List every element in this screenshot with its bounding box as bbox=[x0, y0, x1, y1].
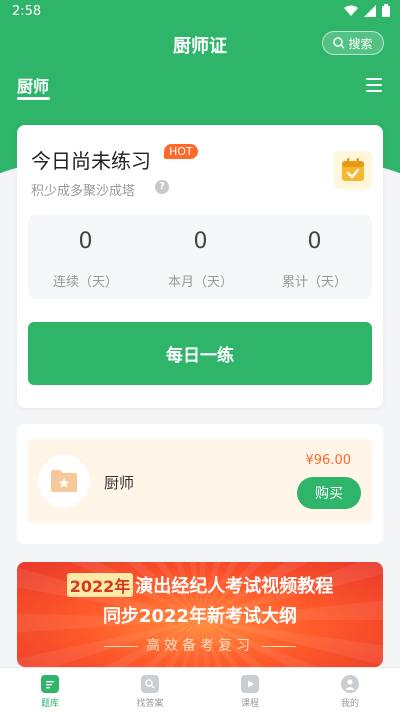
hot-badge: HOT bbox=[164, 144, 198, 159]
battery-icon bbox=[382, 4, 390, 17]
wifi-icon bbox=[344, 5, 358, 16]
banner-subheadline: 同步2022年新考试大纲 bbox=[102, 606, 298, 627]
status-icons bbox=[344, 4, 390, 17]
stat-value: 0 bbox=[193, 229, 208, 254]
tab-label: 题库 bbox=[40, 699, 59, 709]
search-label: 搜索 bbox=[348, 36, 373, 51]
question-bank-icon bbox=[41, 675, 59, 693]
practice-stats: 0 连续（天） 0 本月（天） 0 累计（天） bbox=[28, 215, 372, 299]
tab-label: 找答案 bbox=[136, 699, 164, 709]
stat-total: 0 累计（天） bbox=[257, 215, 372, 299]
daily-practice-button[interactable]: 每日一练 bbox=[28, 322, 372, 385]
tab-label: 我的 bbox=[340, 699, 359, 709]
buy-button[interactable]: 购买 bbox=[297, 477, 361, 509]
banner-divider bbox=[262, 645, 296, 647]
tab-label: 课程 bbox=[240, 699, 259, 709]
banner-tagline-text: 高效备考复习 bbox=[146, 638, 254, 654]
banner-headline: 2022年 演出经纪人考试视频教程 bbox=[17, 572, 383, 598]
find-answer-icon bbox=[141, 675, 159, 693]
course-price: ¥96.00 bbox=[305, 453, 352, 468]
status-time: 2:58 bbox=[12, 4, 42, 19]
banner-tagline: 高效备考复习 bbox=[17, 635, 383, 655]
status-bar: 2:58 bbox=[0, 0, 400, 24]
stat-value: 0 bbox=[307, 229, 322, 254]
help-icon[interactable]: ? bbox=[155, 180, 169, 194]
course-card: 厨师 ¥96.00 购买 bbox=[17, 424, 383, 544]
course-folder-icon bbox=[38, 455, 90, 507]
tab-find-answer[interactable]: 找答案 bbox=[100, 668, 200, 712]
search-icon bbox=[333, 37, 345, 49]
banner-line1-text: 演出经纪人考试视频教程 bbox=[135, 576, 334, 597]
banner-divider bbox=[104, 645, 138, 647]
practice-status-title: 今日尚未练习 bbox=[31, 149, 151, 173]
stat-label: 本月（天） bbox=[167, 275, 233, 290]
profile-icon bbox=[341, 675, 359, 693]
practice-card: 今日尚未练习 HOT 积少成多聚沙成塔 ? 0 连续（天） 0 本月（天） 0 … bbox=[17, 125, 383, 408]
banner-year-badge: 2022年 bbox=[66, 573, 134, 597]
calendar-button[interactable] bbox=[334, 151, 372, 189]
bottom-tab-bar: 题库 找答案 课程 我的 bbox=[0, 667, 400, 712]
course-name: 厨师 bbox=[104, 474, 135, 492]
tab-question-bank[interactable]: 题库 bbox=[0, 668, 100, 712]
course-play-icon bbox=[241, 675, 259, 693]
stat-value: 0 bbox=[78, 229, 93, 254]
course-item[interactable]: 厨师 ¥96.00 购买 bbox=[28, 439, 372, 523]
stat-label: 连续（天） bbox=[52, 275, 118, 290]
tab-course[interactable]: 课程 bbox=[200, 668, 300, 712]
tab-profile[interactable]: 我的 bbox=[300, 668, 400, 712]
menu-icon[interactable] bbox=[366, 78, 382, 92]
calendar-icon bbox=[342, 158, 364, 181]
promo-banner[interactable]: 2022年 演出经纪人考试视频教程 同步2022年新考试大纲 高效备考复习 bbox=[17, 562, 383, 667]
signal-icon bbox=[364, 4, 376, 17]
stat-this-month: 0 本月（天） bbox=[143, 215, 258, 299]
search-button[interactable]: 搜索 bbox=[322, 31, 384, 55]
tab-subject-chef[interactable]: 厨师 bbox=[17, 73, 49, 97]
stat-label: 累计（天） bbox=[281, 275, 347, 290]
practice-subtitle: 积少成多聚沙成塔 bbox=[31, 184, 136, 199]
active-tab-indicator bbox=[17, 97, 50, 100]
stat-consecutive: 0 连续（天） bbox=[28, 215, 143, 299]
